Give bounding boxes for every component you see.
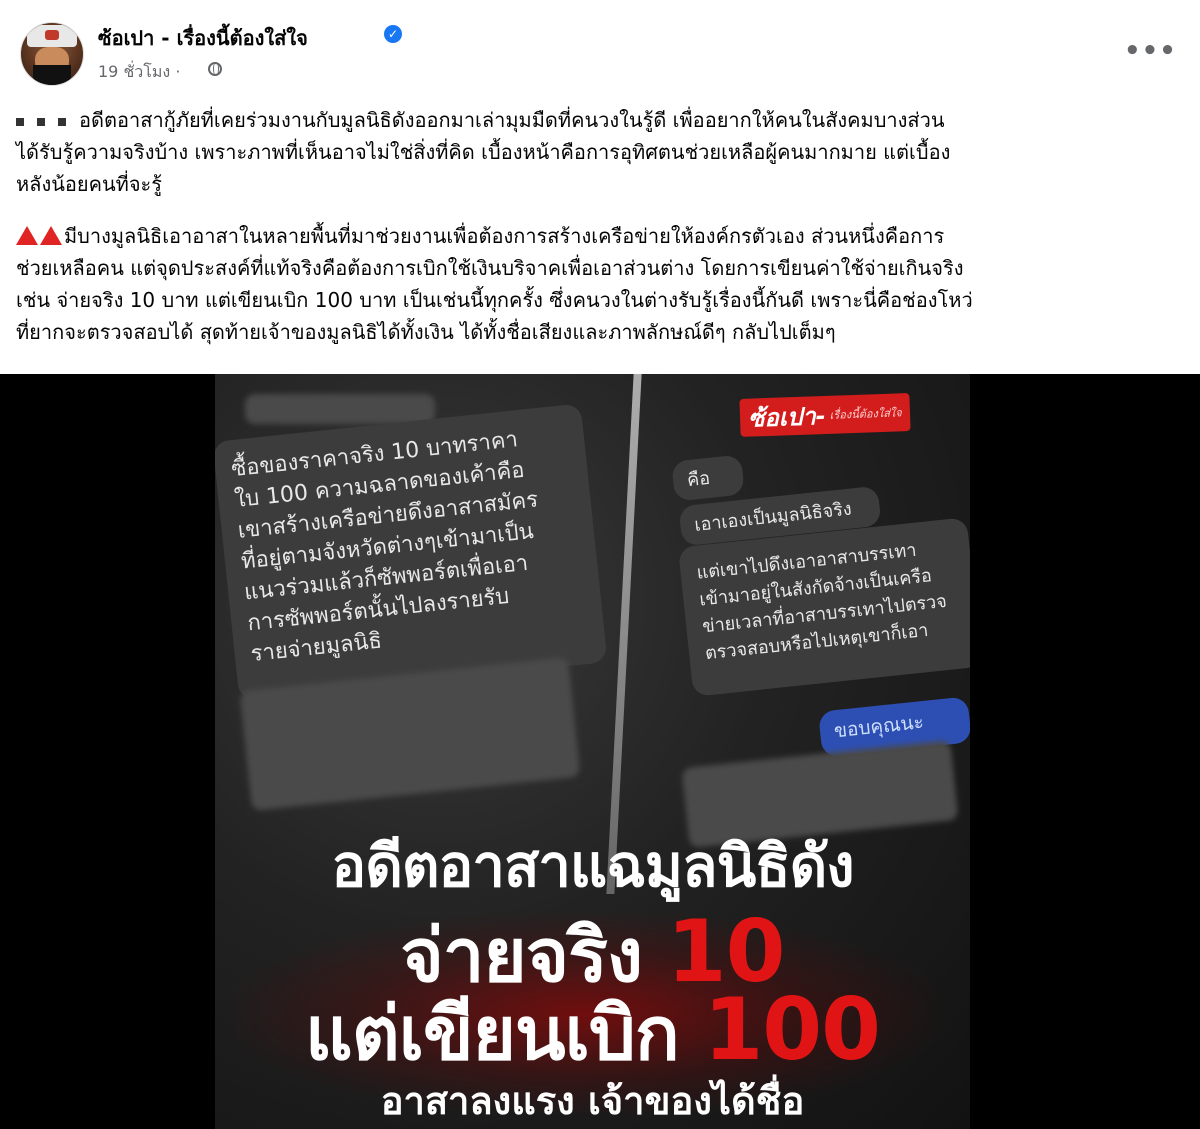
brand-tagline: เรื่องนี้ต้องใส่ใจ <box>829 406 902 422</box>
bullet-icon <box>16 117 24 126</box>
post-timestamp[interactable]: 19 ชั่วโมง · <box>98 60 180 85</box>
brand-badge: ซ้อเปา- เรื่องนี้ต้องใส่ใจ <box>739 393 911 437</box>
bullet-icon <box>37 117 45 126</box>
headline-3-text: แต่เขียนเบิก <box>305 991 704 1077</box>
public-globe-icon <box>208 62 222 76</box>
verified-badge-icon: ✓ <box>384 25 402 43</box>
post-image[interactable]: ซื้อของราคาจริง 10 บาทราคา ใบ 100 ความฉล… <box>0 374 1200 1129</box>
avatar-beard <box>33 65 71 85</box>
chat-bubble-right-3-text: แต่เขาไปดึงเอาอาสาบรรเทา เข้ามาอยู่ในสัง… <box>695 539 948 665</box>
chat-bubble-right-1: คือ <box>671 454 745 502</box>
bullet-icon <box>58 117 66 126</box>
blurred-name <box>245 394 435 424</box>
avatar-hat <box>27 25 77 47</box>
headline-line-4: อาสาลงแรง เจ้าของได้ชื่อ <box>380 1079 805 1123</box>
chat-bubble-left-text: ซื้อของราคาจริง 10 บาทราคา ใบ 100 ความฉล… <box>230 427 540 668</box>
chat-bubble-left: ซื้อของราคาจริง 10 บาทราคา ใบ 100 ความฉล… <box>215 403 608 701</box>
post-text: อดีตอาสากู้ภัยที่เคยร่วมงานกับมูลนิธิดัง… <box>16 104 1186 368</box>
post-paragraph-1: อดีตอาสากู้ภัยที่เคยร่วมงานกับมูลนิธิดัง… <box>16 104 1186 200</box>
image-panel: ซื้อของราคาจริง 10 บาทราคา ใบ 100 ความฉล… <box>215 374 970 1129</box>
brand-name: ซ้อเปา- <box>747 401 827 433</box>
author-name[interactable]: ซ้อเปา - เรื่องนี้ต้องใส่ใจ <box>98 22 308 54</box>
post-paragraph-2: มีบางมูลนิธิเอาอาสาในหลายพื้นที่มาช่วยงา… <box>16 220 1186 348</box>
headline-3-number: 100 <box>703 980 881 1080</box>
author-avatar[interactable] <box>20 22 84 86</box>
paragraph-2-text: มีบางมูลนิธิเอาอาสาในหลายพื้นที่มาช่วยงา… <box>16 224 973 344</box>
post-header: ซ้อเปา - เรื่องนี้ต้องใส่ใจ ✓ 19 ชั่วโมง… <box>0 0 1200 100</box>
chat-bubble-right-3: แต่เขาไปดึงเอาอาสาบรรเทา เข้ามาอยู่ในสัง… <box>677 517 970 697</box>
red-triangle-icon <box>40 226 62 245</box>
more-options-icon[interactable]: ••• <box>1124 36 1177 66</box>
paragraph-1-text: อดีตอาสากู้ภัยที่เคยร่วมงานกับมูลนิธิดัง… <box>16 108 951 196</box>
torn-divider <box>606 374 642 894</box>
red-triangle-icon <box>16 226 38 245</box>
